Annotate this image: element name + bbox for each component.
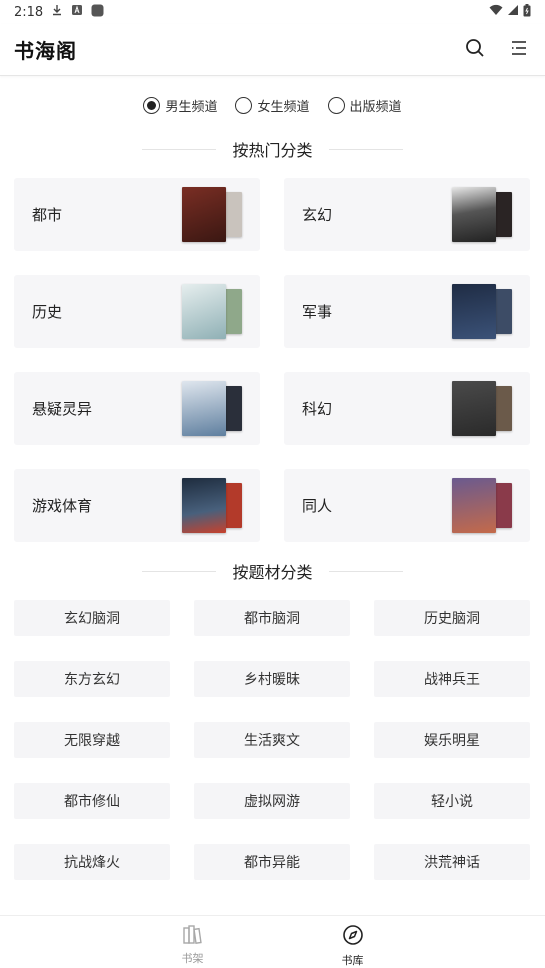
topic-tag[interactable]: 生活爽文 (194, 722, 350, 758)
topic-tag[interactable]: 战神兵王 (374, 661, 530, 697)
book-cover-front (182, 187, 226, 242)
status-time: 2:18 (14, 4, 44, 20)
category-covers (182, 381, 242, 436)
signal-icon (507, 4, 519, 20)
book-cover-back (224, 386, 242, 431)
radio-checked-icon (143, 96, 161, 114)
download-icon (51, 4, 63, 20)
topic-tag[interactable]: 抗战烽火 (14, 844, 170, 880)
book-cover-back (494, 386, 512, 431)
search-button[interactable] (463, 38, 487, 62)
nav-library[interactable]: 书库 (328, 916, 378, 968)
topic-tag[interactable]: 都市脑洞 (194, 600, 350, 636)
category-covers (452, 187, 512, 242)
divider (142, 148, 217, 150)
topic-tag[interactable]: 虚拟网游 (194, 783, 350, 819)
book-cover-back (494, 289, 512, 334)
category-covers (452, 478, 512, 533)
category-covers (452, 284, 512, 339)
divider (328, 570, 403, 572)
channel-male-label: 男生频道 (165, 99, 218, 115)
book-cover-front (182, 381, 226, 436)
channel-publish-label: 出版频道 (349, 99, 402, 115)
topic-tag[interactable]: 轻小说 (374, 783, 530, 819)
category-card-xuanyi[interactable]: 悬疑灵异 (14, 372, 260, 445)
category-name: 科幻 (302, 400, 333, 418)
app-notification-icon (91, 4, 104, 21)
battery-icon (523, 3, 531, 21)
category-covers (182, 478, 242, 533)
bottom-nav: 书架 书库 (0, 915, 545, 968)
category-covers (182, 187, 242, 242)
nav-bookshelf[interactable]: 书架 (168, 916, 218, 968)
category-name: 军事 (302, 303, 333, 321)
wifi-icon (489, 4, 503, 20)
category-card-junshi[interactable]: 军事 (284, 275, 530, 348)
category-name: 同人 (302, 497, 333, 515)
category-name: 历史 (32, 303, 63, 321)
hot-section-title: 按热门分类 (232, 141, 313, 160)
bookshelf-icon (182, 924, 204, 948)
divider (142, 570, 217, 572)
topic-tag[interactable]: 历史脑洞 (374, 600, 530, 636)
topic-tag[interactable]: 玄幻脑洞 (14, 600, 170, 636)
nav-bookshelf-label: 书架 (181, 952, 204, 965)
radio-unchecked-icon (327, 96, 345, 114)
radio-unchecked-icon (235, 96, 253, 114)
category-name: 都市 (32, 206, 63, 224)
book-cover-front (452, 381, 496, 436)
topic-section-header: 按题材分类 (0, 558, 545, 584)
nav-library-label: 书库 (341, 954, 364, 967)
category-card-xuanhuan[interactable]: 玄幻 (284, 178, 530, 251)
topic-tag-grid: 玄幻脑洞 都市脑洞 历史脑洞 东方玄幻 乡村暖昧 战神兵王 无限穿越 生活爽文 … (14, 600, 531, 880)
topic-tag[interactable]: 都市异能 (194, 844, 350, 880)
divider (328, 148, 403, 150)
category-covers (182, 284, 242, 339)
status-bar: 2:18 (0, 0, 545, 24)
category-name: 悬疑灵异 (32, 400, 93, 418)
search-icon (465, 38, 485, 62)
topic-tag[interactable]: 都市修仙 (14, 783, 170, 819)
book-cover-back (224, 192, 242, 237)
topic-tag[interactable]: 无限穿越 (14, 722, 170, 758)
notification-a-icon (71, 4, 83, 20)
category-card-dushi[interactable]: 都市 (14, 178, 260, 251)
book-cover-back (224, 483, 242, 528)
topic-tag[interactable]: 洪荒神话 (374, 844, 530, 880)
category-card-tongren[interactable]: 同人 (284, 469, 530, 542)
category-card-youxi[interactable]: 游戏体育 (14, 469, 260, 542)
book-cover-back (494, 483, 512, 528)
category-card-lishi[interactable]: 历史 (14, 275, 260, 348)
channel-publish[interactable]: 出版频道 (327, 92, 402, 118)
category-name: 玄幻 (302, 206, 333, 224)
channel-female[interactable]: 女生频道 (235, 92, 310, 118)
channel-female-label: 女生频道 (257, 99, 310, 115)
app-title: 书海阁 (14, 39, 77, 63)
book-cover-front (452, 187, 496, 242)
book-cover-front (452, 284, 496, 339)
book-cover-front (452, 478, 496, 533)
hot-section-header: 按热门分类 (0, 136, 545, 162)
category-name: 游戏体育 (32, 497, 93, 515)
book-cover-front (182, 284, 226, 339)
app-bar: 书海阁 (0, 24, 545, 76)
channel-male[interactable]: 男生频道 (143, 92, 217, 118)
category-card-kehuan[interactable]: 科幻 (284, 372, 530, 445)
topic-tag[interactable]: 娱乐明星 (374, 722, 530, 758)
book-cover-back (224, 289, 242, 334)
topic-section-title: 按题材分类 (232, 563, 313, 582)
menu-button[interactable] (507, 38, 531, 62)
category-covers (452, 381, 512, 436)
topic-tag[interactable]: 乡村暖昧 (194, 661, 350, 697)
compass-icon (342, 924, 364, 950)
topic-tag[interactable]: 东方玄幻 (14, 661, 170, 697)
book-cover-back (494, 192, 512, 237)
channel-selector: 男生频道 女生频道 出版频道 (0, 92, 545, 118)
book-cover-front (182, 478, 226, 533)
hot-category-grid: 都市 玄幻 历史 军事 悬疑灵异 科幻 游戏体育 同人 (14, 178, 531, 542)
list-menu-icon (509, 38, 529, 62)
